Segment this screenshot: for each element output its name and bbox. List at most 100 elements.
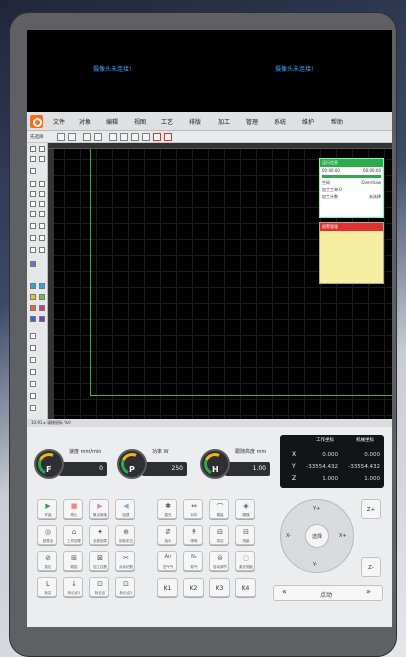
- menu-object[interactable]: 对象: [79, 117, 91, 126]
- tool-d-icon[interactable]: [30, 369, 36, 375]
- next-speed-button[interactable]: »: [366, 587, 371, 596]
- menu-process[interactable]: 工艺: [161, 117, 173, 126]
- back-button[interactable]: ◀ 回退: [115, 499, 135, 519]
- join-icon[interactable]: [39, 235, 45, 241]
- jog-x-plus[interactable]: X+: [339, 533, 347, 539]
- rect-icon[interactable]: [39, 201, 45, 207]
- tool-a-icon[interactable]: [30, 333, 36, 339]
- all-home-button[interactable]: ✦ 全部回零: [89, 525, 109, 545]
- layer-color-3[interactable]: [39, 283, 45, 289]
- calibrate-button[interactable]: L 标定: [37, 577, 57, 597]
- layer-color-9[interactable]: [39, 316, 45, 322]
- back-icon: ◀: [123, 502, 129, 510]
- zoom-in-icon[interactable]: [30, 156, 36, 162]
- z-minus-button[interactable]: Z-: [361, 557, 381, 577]
- zoom-out-icon[interactable]: [39, 156, 45, 162]
- laser-button[interactable]: ✱ 激光: [157, 499, 177, 519]
- layer-color-6[interactable]: [30, 305, 36, 311]
- jog-x-minus[interactable]: X-: [286, 533, 291, 539]
- home-button[interactable]: ◎ 回零点: [37, 525, 57, 545]
- layer-color-5[interactable]: [39, 294, 45, 300]
- node-icon[interactable]: [131, 133, 139, 141]
- resume-button[interactable]: ▶ 断点继续: [89, 499, 109, 519]
- mark2-button[interactable]: ⊡ 标记点2: [115, 577, 135, 597]
- jog-y-minus[interactable]: Y-: [313, 562, 317, 568]
- mark-locate-button[interactable]: ⊕ 回标定位: [115, 525, 135, 545]
- mark-icon[interactable]: [164, 133, 172, 141]
- menu-manage[interactable]: 管理: [246, 117, 258, 126]
- save-icon[interactable]: [68, 133, 76, 141]
- air-button[interactable]: Air 空气气: [157, 551, 177, 571]
- jog-cut-button[interactable]: ✂ 点动切割: [115, 551, 135, 571]
- nitrogen-button[interactable]: N₂ 氮气: [183, 551, 203, 571]
- k1-button[interactable]: K1: [157, 578, 178, 597]
- select-icon[interactable]: [30, 168, 36, 174]
- layer-color-1[interactable]: [30, 261, 36, 267]
- mark1-button[interactable]: ↓ 标记点1: [63, 577, 83, 597]
- arc-icon[interactable]: [30, 191, 36, 197]
- frame-button[interactable]: ⊠ 加工边框: [89, 551, 109, 571]
- menu-maintain[interactable]: 维护: [302, 117, 314, 126]
- redo-icon[interactable]: [94, 133, 102, 141]
- menu-view[interactable]: 视图: [134, 117, 146, 126]
- start-button[interactable]: ▶ 开始: [37, 499, 57, 519]
- bridge-icon[interactable]: [39, 247, 45, 253]
- axis-z: Z: [292, 475, 297, 482]
- pointer-icon[interactable]: [120, 133, 128, 141]
- zoom-icon[interactable]: [39, 146, 45, 152]
- tool-g-icon[interactable]: [30, 405, 36, 411]
- tool-f-icon[interactable]: [30, 393, 36, 399]
- z-plus-button[interactable]: Z+: [361, 499, 381, 519]
- polyline-icon[interactable]: [39, 181, 45, 187]
- tool-c-icon[interactable]: [30, 357, 36, 363]
- offset-icon[interactable]: [30, 235, 36, 241]
- stop-button[interactable]: ■ 停止: [63, 499, 83, 519]
- circle-icon[interactable]: [39, 191, 45, 197]
- measure-button[interactable]: ⊟ 测量: [235, 525, 255, 545]
- array-icon[interactable]: [30, 223, 36, 229]
- k4-button[interactable]: K4: [235, 578, 256, 597]
- pull-button[interactable]: ⊘ 急拉: [37, 551, 57, 571]
- k2-button[interactable]: K2: [183, 578, 204, 597]
- scale-icon[interactable]: [109, 133, 117, 141]
- lift-button[interactable]: ⇵ 抬头: [157, 525, 177, 545]
- pen-icon[interactable]: [142, 133, 150, 141]
- lead-icon[interactable]: [30, 247, 36, 253]
- tool-e-icon[interactable]: [30, 381, 36, 387]
- layer-color-4[interactable]: [30, 294, 36, 300]
- jog-select-button[interactable]: 选择: [305, 524, 329, 548]
- app-logo-icon[interactable]: [30, 115, 43, 128]
- layer-color-2[interactable]: [30, 283, 36, 289]
- k3-button[interactable]: K3: [209, 578, 230, 597]
- line-icon[interactable]: [30, 181, 36, 187]
- mirror-icon[interactable]: [39, 223, 45, 229]
- red-tool-icon[interactable]: [153, 133, 161, 141]
- tool-b-icon[interactable]: [30, 345, 36, 351]
- undo-icon[interactable]: [83, 133, 91, 141]
- work-home-button[interactable]: ⌂ 工作回零: [63, 525, 83, 545]
- adjust-height-button[interactable]: ⌒ 调高: [209, 499, 229, 519]
- auto-adjust-button[interactable]: ⊜ 自动调节: [209, 551, 229, 571]
- menu-help[interactable]: 帮助: [331, 117, 343, 126]
- layer-color-7[interactable]: [39, 305, 45, 311]
- text-icon[interactable]: [39, 211, 45, 217]
- menu-edit[interactable]: 编辑: [106, 117, 118, 126]
- follow-button[interactable]: ◈ 跟随: [235, 499, 255, 519]
- laser-range-button[interactable]: ◌ 激光测距: [235, 551, 255, 571]
- prev-speed-button[interactable]: «: [282, 587, 287, 596]
- menu-layout[interactable]: 排版: [189, 117, 201, 126]
- menu-system[interactable]: 系统: [274, 117, 286, 126]
- extend-button[interactable]: ⊞ 顺延: [63, 551, 83, 571]
- jog-y-plus[interactable]: Y+: [313, 506, 320, 512]
- nozzle-button[interactable]: ↟ 喷嘴: [183, 525, 203, 545]
- edge-find-button[interactable]: ⊟ 寻边: [209, 525, 229, 545]
- menu-file[interactable]: 文件: [53, 117, 65, 126]
- mark-button[interactable]: ⊡ 标记点: [89, 577, 109, 597]
- open-icon[interactable]: [57, 133, 65, 141]
- menu-machining[interactable]: 加工: [218, 117, 230, 126]
- layer-color-8[interactable]: [30, 316, 36, 322]
- hand-icon[interactable]: [30, 146, 36, 152]
- center-button[interactable]: ⇔ 对中: [183, 499, 203, 519]
- star-icon[interactable]: [30, 211, 36, 217]
- ellipse-icon[interactable]: [30, 201, 36, 207]
